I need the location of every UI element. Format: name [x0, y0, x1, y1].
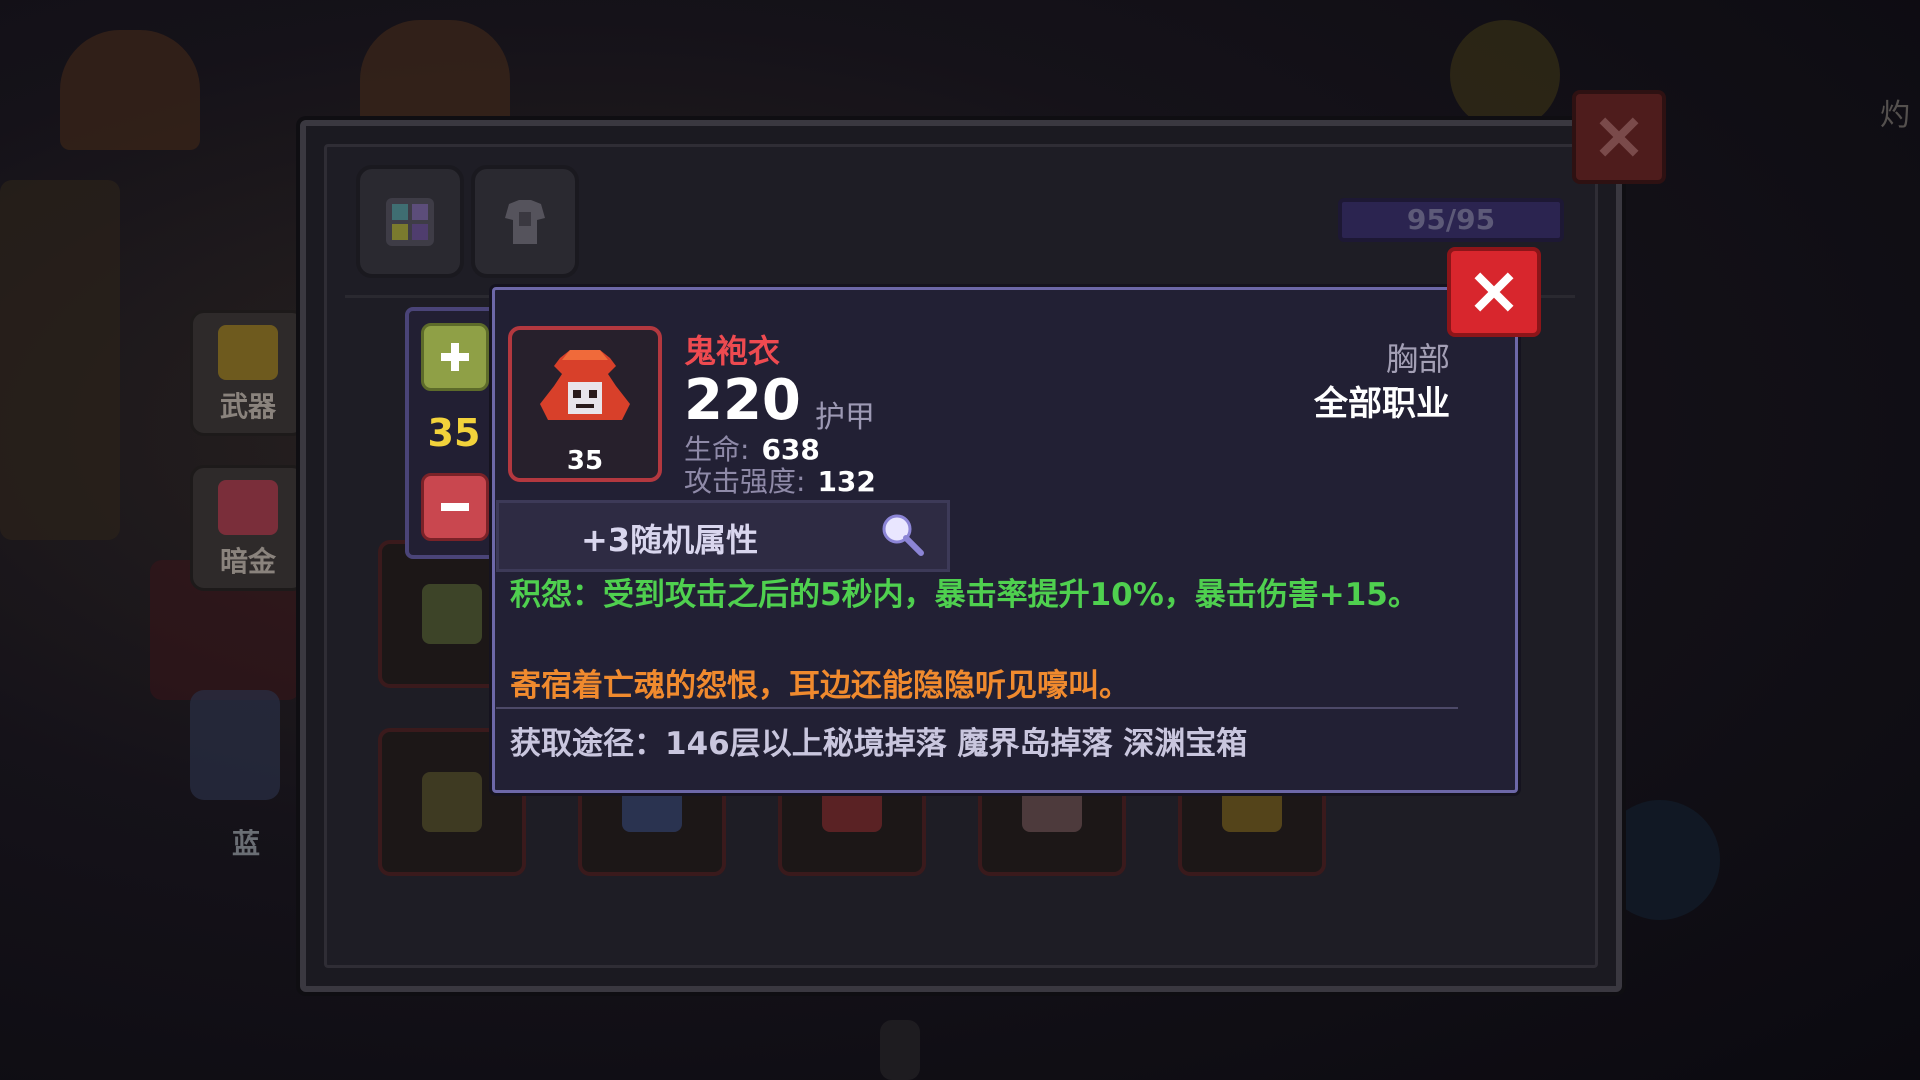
background-lantern — [360, 20, 510, 130]
blue-tab-icon[interactable] — [190, 690, 280, 800]
background-text: 灼 — [1880, 98, 1910, 133]
chest-icon — [218, 480, 278, 535]
robe-icon — [540, 350, 630, 420]
background-post — [880, 1020, 920, 1080]
filter-all-button[interactable] — [356, 165, 464, 278]
tab-darkgold[interactable]: 暗金 — [190, 465, 306, 591]
level-stepper: 35 — [405, 307, 503, 559]
home-icon — [1450, 20, 1560, 130]
armor-icon — [505, 199, 545, 244]
stat-label: 攻击强度: — [684, 465, 806, 498]
tab-label: 蓝 — [232, 827, 261, 860]
armor-value: 220 — [684, 368, 801, 433]
grid-icon — [386, 197, 434, 246]
item-source: 获取途径：146层以上秘境掉落 魔界岛掉落 深渊宝箱 — [510, 726, 1248, 762]
item-name: 鬼袍衣 — [684, 332, 781, 370]
equipment-slot: 胸部 — [1385, 340, 1450, 378]
item-icon — [422, 584, 482, 644]
stat-row-attack: 攻击强度: 132 — [684, 460, 876, 500]
plus-icon — [441, 343, 469, 371]
inventory-capacity: 95/95 — [1338, 198, 1564, 242]
random-attributes-button[interactable]: +3随机属性 — [496, 500, 950, 572]
level-decrease-button[interactable] — [421, 473, 489, 541]
item-icon-frame: 35 — [508, 326, 662, 482]
close-icon — [1599, 117, 1639, 157]
divider — [496, 707, 1458, 709]
stat-value: 132 — [817, 465, 876, 498]
close-icon — [1474, 272, 1514, 312]
tab-weapon[interactable]: 武器 — [190, 310, 306, 436]
random-attributes-label: +3随机属性 — [581, 521, 759, 559]
item-effect: 积怨：受到攻击之后的5秒内，暴击率提升10%，暴击伤害+15。 — [510, 577, 1419, 613]
level-value: 35 — [427, 411, 481, 455]
class-requirement: 全部职业 — [1314, 384, 1450, 424]
minus-icon — [441, 503, 469, 511]
level-increase-button[interactable] — [421, 323, 489, 391]
background-lantern — [60, 30, 200, 150]
tooltip-close-button[interactable] — [1447, 247, 1541, 337]
magnifier-icon — [882, 514, 924, 556]
weapon-icon — [218, 325, 278, 380]
item-lore: 寄宿着亡魂的怨恨，耳边还能隐隐听见嚎叫。 — [510, 668, 1130, 704]
filter-armor-button[interactable] — [471, 165, 579, 278]
item-level: 35 — [566, 446, 604, 476]
background-shelf — [0, 180, 120, 540]
tab-label: 暗金 — [219, 545, 276, 578]
item-icon — [422, 772, 482, 832]
tab-label: 武器 — [219, 390, 276, 423]
armor-label: 护甲 — [815, 400, 875, 435]
panel-close-button[interactable] — [1572, 90, 1666, 184]
